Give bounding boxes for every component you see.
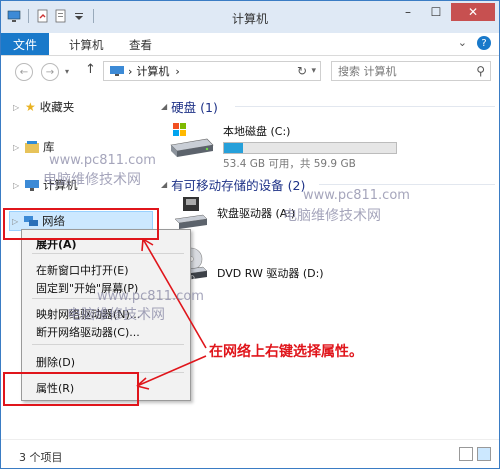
- expand-arrow-icon[interactable]: ▷: [13, 181, 21, 190]
- menu-item-map-drive[interactable]: 映射网络驱动器(N)...: [36, 306, 140, 322]
- title-bar: 计算机 – ☐ ✕: [1, 1, 499, 33]
- computer-icon: [110, 66, 124, 76]
- menu-separator: [32, 253, 184, 254]
- collapse-arrow-icon[interactable]: ◢: [161, 180, 167, 189]
- menu-item-open-new-window[interactable]: 在新窗口中打开(E): [36, 262, 129, 278]
- expand-ribbon-icon[interactable]: ⌄: [458, 36, 467, 50]
- drive-name: DVD RW 驱动器 (D:): [217, 267, 324, 280]
- group-divider: [319, 184, 495, 185]
- nav-computer-label: 计算机: [43, 178, 78, 192]
- status-bar: 3 个项目: [1, 439, 499, 468]
- drive-d[interactable]: DVD DVD RW 驱动器 (D:): [173, 247, 324, 283]
- back-button[interactable]: ←: [15, 63, 33, 81]
- tab-file[interactable]: 文件: [1, 33, 49, 55]
- nav-libraries-label: 库: [43, 140, 55, 154]
- expand-arrow-icon[interactable]: ▷: [13, 103, 21, 112]
- drive-a[interactable]: 软盘驱动器 (A:): [173, 197, 295, 233]
- explorer-window: 计算机 – ☐ ✕ 文件 计算机 查看 ⌄ ? ← → ▾ ↑ › 计算机 › …: [0, 0, 500, 469]
- disk-usage-fill: [224, 143, 243, 153]
- ribbon-tabs: 文件 计算机 查看 ⌄ ?: [1, 33, 499, 56]
- large-icons-view-icon[interactable]: [477, 447, 491, 461]
- content-pane: ◢ 硬盘 (1) 本地磁盘 (C:) 53.4 GB 可用，共 59.9 GB …: [161, 87, 497, 437]
- group-header-removable[interactable]: ◢ 有可移动存储的设备 (2): [161, 175, 305, 194]
- tab-computer[interactable]: 计算机: [69, 37, 104, 53]
- nav-favorites[interactable]: ▷ ★ 收藏夹: [13, 99, 74, 115]
- highlight-network: [3, 208, 159, 240]
- search-box[interactable]: 搜索 计算机 ⚲: [331, 61, 491, 81]
- hard-disk-icon: [170, 123, 214, 157]
- menu-item-disconnect-drive[interactable]: 断开网络驱动器(C)...: [36, 324, 140, 340]
- computer-icon: [25, 179, 39, 191]
- minimize-button[interactable]: –: [395, 3, 421, 21]
- menu-separator: [32, 298, 184, 299]
- expand-arrow-icon[interactable]: ▷: [13, 143, 21, 152]
- drive-c[interactable]: 本地磁盘 (C:) 53.4 GB 可用，共 59.9 GB: [169, 123, 397, 171]
- disk-usage-bar: [223, 142, 397, 154]
- annotation-text: 在网络上右键选择属性。: [209, 344, 363, 360]
- refresh-icon[interactable]: ↻: [297, 64, 307, 78]
- menu-item-pin-start[interactable]: 固定到"开始"屏幕(P): [36, 280, 138, 296]
- breadcrumb-separator: ›: [128, 64, 133, 78]
- help-icon[interactable]: ?: [477, 36, 491, 50]
- star-icon: ★: [25, 100, 36, 114]
- view-buttons: [459, 447, 491, 461]
- recent-locations-icon[interactable]: ▾: [65, 67, 69, 76]
- breadcrumb-separator: ›: [175, 64, 180, 78]
- address-dropdown-icon[interactable]: ▾: [311, 66, 316, 76]
- address-bar[interactable]: › 计算机 › ▾: [103, 61, 321, 81]
- search-placeholder: 搜索 计算机: [338, 65, 397, 78]
- details-view-icon[interactable]: [459, 447, 473, 461]
- floppy-drive-icon: [174, 197, 208, 229]
- menu-item-delete[interactable]: 删除(D): [36, 354, 75, 370]
- breadcrumb-computer[interactable]: 计算机: [136, 63, 169, 79]
- maximize-button[interactable]: ☐: [423, 3, 449, 21]
- nav-computer[interactable]: ▷ 计算机: [13, 177, 78, 193]
- group-divider: [235, 106, 495, 107]
- nav-libraries[interactable]: ▷ 库: [13, 139, 55, 155]
- group-header-hard-disks[interactable]: ◢ 硬盘 (1): [161, 97, 218, 116]
- address-row: ← → ▾ ↑ › 计算机 › ▾ ↻ 搜索 计算机 ⚲: [1, 57, 499, 85]
- group-title: 硬盘 (1): [171, 100, 218, 115]
- search-icon[interactable]: ⚲: [476, 64, 485, 78]
- group-title: 有可移动存储的设备 (2): [171, 178, 306, 193]
- drive-name: 本地磁盘 (C:): [223, 125, 291, 138]
- forward-button[interactable]: →: [41, 63, 59, 81]
- menu-separator: [32, 344, 184, 345]
- close-button[interactable]: ✕: [451, 3, 495, 21]
- library-icon: [25, 141, 39, 153]
- nav-favorites-label: 收藏夹: [39, 100, 75, 114]
- highlight-properties: [3, 372, 139, 406]
- tab-view[interactable]: 查看: [129, 37, 152, 53]
- ribbon-right-controls: ⌄ ?: [458, 36, 491, 50]
- drive-free-space: 53.4 GB 可用，共 59.9 GB: [223, 158, 356, 170]
- collapse-arrow-icon[interactable]: ◢: [161, 102, 167, 111]
- window-controls: – ☐ ✕: [395, 3, 495, 21]
- item-count: 3 个项目: [19, 451, 63, 464]
- drive-name: 软盘驱动器 (A:): [217, 207, 296, 220]
- up-arrow-icon[interactable]: ↑: [85, 62, 96, 77]
